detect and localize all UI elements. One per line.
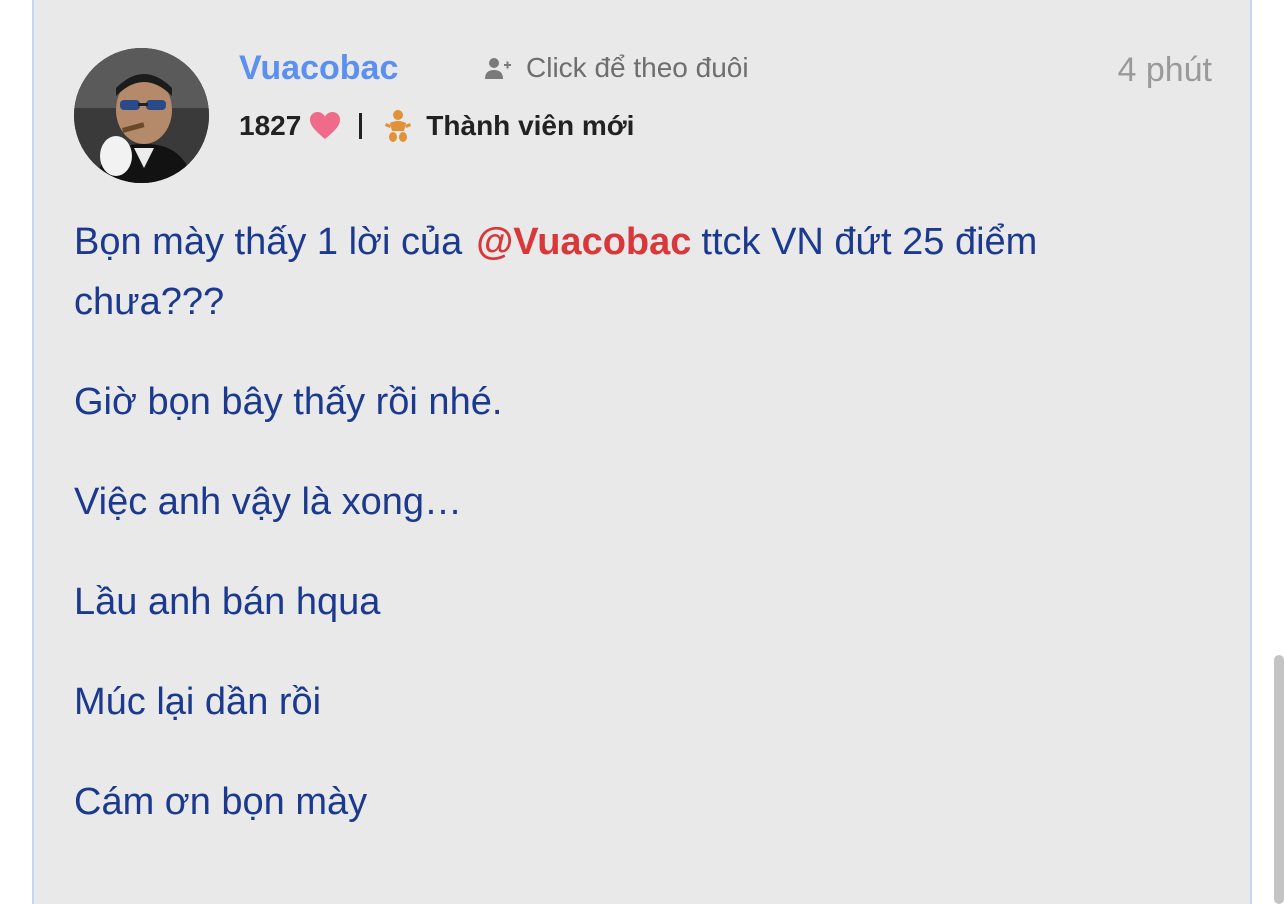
content-paragraph: Lầu anh bán hqua [74, 581, 381, 623]
follow-label: Click để theo đuôi [526, 52, 749, 83]
follow-button[interactable]: Click để theo đuôi [484, 50, 749, 86]
content-paragraph: Múc lại dần rồi [74, 681, 322, 723]
add-user-icon [484, 54, 512, 82]
heart-icon [309, 111, 341, 141]
author-rank: Thành viên mới [426, 110, 635, 141]
scrollbar[interactable] [1274, 655, 1284, 904]
username[interactable]: Vuacobac [239, 48, 398, 88]
content-paragraph: Cám ơn bọn mày [74, 781, 368, 823]
content-paragraph: Việc anh vậy là xong… [74, 481, 462, 523]
mention-link[interactable]: @Vuacobac [476, 221, 691, 263]
avatar[interactable] [74, 48, 209, 183]
content-paragraph: Giờ bọn bây thấy rồi nhé. [74, 381, 503, 423]
avatar-image [74, 48, 209, 183]
divider [359, 113, 363, 139]
content-text: Bọn mày thấy 1 lời của [74, 221, 463, 263]
author-meta: 1827 Thành viên mới [239, 106, 634, 146]
post-card: Vuacobac Click để theo đuôi 4 phút 1827 [32, 0, 1252, 904]
page: Vuacobac Click để theo đuôi 4 phút 1827 [0, 0, 1284, 904]
post-time: 4 phút [1117, 51, 1212, 89]
author-score: 1827 [239, 110, 302, 141]
content-paragraph: Bọn mày thấy 1 lời của @Vuacobac ttck VN đ… [74, 212, 1194, 332]
post-content: Bọn mày thấy 1 lời của @Vuacobac ttck VN đ… [74, 212, 1194, 872]
baby-rank-icon [384, 109, 412, 143]
